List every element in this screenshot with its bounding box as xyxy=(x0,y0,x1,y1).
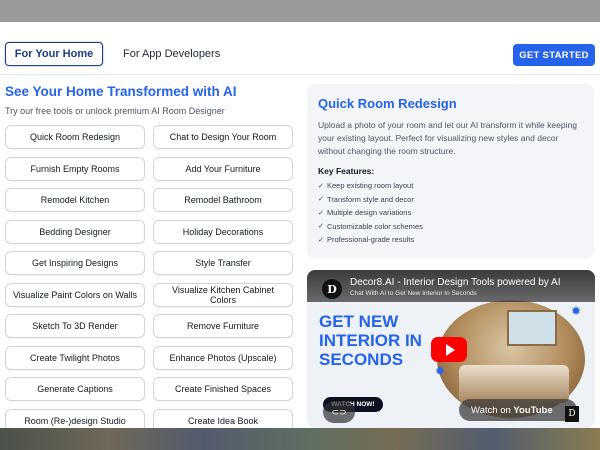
tool-button-quick-room-redesign[interactable]: Quick Room Redesign xyxy=(5,125,145,149)
feature-item: ✓ Multiple design variations xyxy=(318,206,583,220)
tool-button-create-finished-spaces[interactable]: Create Finished Spaces xyxy=(153,377,293,401)
room-window-graphic xyxy=(507,310,557,346)
thumbnail-headline: GET NEW INTERIOR IN SECONDS xyxy=(319,312,422,369)
play-button[interactable] xyxy=(431,337,467,362)
check-icon: ✓ xyxy=(318,236,324,244)
feature-label: Professional-grade results xyxy=(327,235,415,245)
tab-for-app-developers[interactable]: For App Developers xyxy=(115,42,228,66)
get-started-button[interactable]: GET STARTED xyxy=(513,44,595,66)
tool-button-get-inspiring-designs[interactable]: Get Inspiring Designs xyxy=(5,251,145,275)
tool-detail-panel: Quick Room Redesign Upload a photo of yo… xyxy=(307,84,594,258)
watch-on-youtube-button[interactable]: Watch on YouTube xyxy=(459,399,577,421)
feature-item: ✓ Transform style and decor xyxy=(318,193,583,207)
tool-button-remove-furniture[interactable]: Remove Furniture xyxy=(153,314,293,338)
tool-button-remodel-bathroom[interactable]: Remodel Bathroom xyxy=(153,188,293,212)
tool-button-enhance-photos[interactable]: Enhance Photos (Upscale) xyxy=(153,345,293,370)
hero-section: See Your Home Transformed with AI Try ou… xyxy=(5,84,295,116)
channel-logo-icon[interactable]: D xyxy=(322,279,342,299)
video-title[interactable]: Decor8.AI - Interior Design Tools powere… xyxy=(350,277,560,288)
key-features-heading: Key Features: xyxy=(318,166,375,176)
feature-label: Customizable color schemes xyxy=(327,221,423,231)
feature-label: Multiple design variations xyxy=(327,208,412,218)
check-icon: ✓ xyxy=(318,182,324,190)
tool-button-sketch-to-3d-render[interactable]: Sketch To 3D Render xyxy=(5,314,145,338)
youtube-video-embed[interactable]: GET NEW INTERIOR IN SECONDS ✹ ✹ D Decor8… xyxy=(307,270,595,428)
play-icon xyxy=(445,343,455,356)
video-title-bar: D Decor8.AI - Interior Design Tools powe… xyxy=(307,270,595,302)
check-icon: ✓ xyxy=(318,209,324,217)
tool-button-generate-captions[interactable]: Generate Captions xyxy=(5,377,145,401)
youtube-wordmark: YouTube xyxy=(513,404,553,416)
room-bed-graphic xyxy=(459,365,569,403)
tool-button-visualize-paint-colors[interactable]: Visualize Paint Colors on Walls xyxy=(5,282,145,307)
copy-link-icon[interactable]: ⊂⊃ xyxy=(323,401,355,423)
tool-button-bedding-designer[interactable]: Bedding Designer xyxy=(5,219,145,244)
tool-button-style-transfer[interactable]: Style Transfer xyxy=(153,251,293,275)
decor8-logo-icon: D xyxy=(565,406,579,422)
watch-on-label: Watch on xyxy=(471,404,511,416)
tool-button-add-your-furniture[interactable]: Add Your Furniture xyxy=(153,156,293,181)
page-title: See Your Home Transformed with AI xyxy=(5,84,237,99)
video-subtitle: Chat With AI to Get New Interior In Seco… xyxy=(350,290,477,297)
panel-title: Quick Room Redesign xyxy=(318,96,457,111)
bottom-overlay xyxy=(0,428,600,450)
feature-item: ✓ Professional-grade results xyxy=(318,233,583,247)
tool-grid: Quick Room Redesign Chat to Design Your … xyxy=(5,125,295,433)
feature-item: ✓ Customizable color schemes xyxy=(318,220,583,234)
tool-button-chat-to-design[interactable]: Chat to Design Your Room xyxy=(153,125,293,149)
check-icon: ✓ xyxy=(318,223,324,231)
tool-button-holiday-decorations[interactable]: Holiday Decorations xyxy=(153,219,293,244)
browser-top-bar xyxy=(0,0,600,22)
feature-list: ✓ Keep existing room layout ✓ Transform st… xyxy=(318,179,583,247)
page-subtitle: Try our free tools or unlock premium AI … xyxy=(5,106,225,116)
tool-button-visualize-kitchen-cabinet-colors[interactable]: Visualize Kitchen Cabinet Colors xyxy=(153,282,293,307)
check-icon: ✓ xyxy=(318,196,324,204)
tab-for-your-home[interactable]: For Your Home xyxy=(5,42,103,66)
top-navigation: For Your Home For App Developers GET STA… xyxy=(0,22,600,75)
tool-button-remodel-kitchen[interactable]: Remodel Kitchen xyxy=(5,188,145,212)
tool-button-furnish-empty-rooms[interactable]: Furnish Empty Rooms xyxy=(5,156,145,181)
sparkle-icon: ✹ xyxy=(571,304,582,318)
tool-button-create-twilight-photos[interactable]: Create Twilight Photos xyxy=(5,345,145,370)
feature-label: Keep existing room layout xyxy=(327,181,414,191)
panel-description: Upload a photo of your room and let our … xyxy=(318,120,577,156)
feature-label: Transform style and decor xyxy=(327,194,414,204)
feature-item: ✓ Keep existing room layout xyxy=(318,179,583,193)
sparkle-icon: ✹ xyxy=(435,364,446,378)
